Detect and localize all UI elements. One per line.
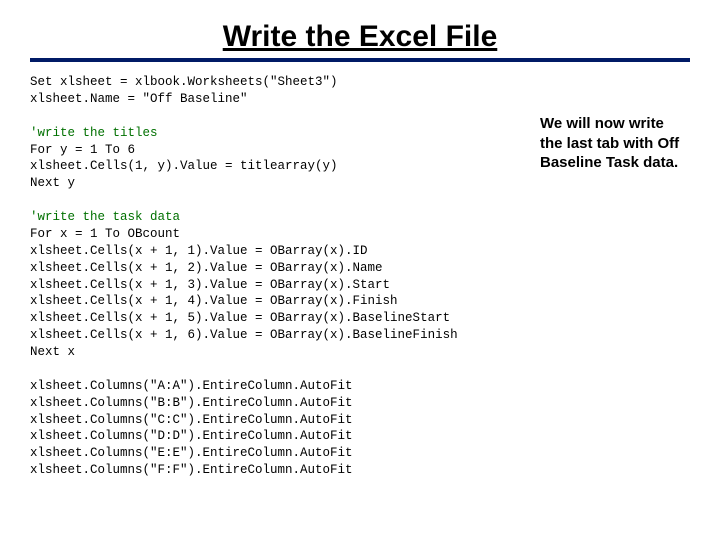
code-line: xlsheet.Cells(x + 1, 2).Value = OBarray(… [30,261,383,275]
code-line: xlsheet.Cells(x + 1, 1).Value = OBarray(… [30,244,368,258]
code-line: xlsheet.Columns("A:A").EntireColumn.Auto… [30,379,353,393]
code-comment: 'write the titles [30,126,158,140]
code-block: Set xlsheet = xlbook.Worksheets("Sheet3"… [30,74,520,479]
side-note: We will now write the last tab with Off … [540,114,690,479]
code-line: For y = 1 To 6 [30,143,135,157]
content-area: Set xlsheet = xlbook.Worksheets("Sheet3"… [30,74,690,479]
code-line: xlsheet.Cells(x + 1, 5).Value = OBarray(… [30,311,450,325]
slide-title: Write the Excel File [30,20,690,62]
code-line: xlsheet.Cells(x + 1, 4).Value = OBarray(… [30,294,398,308]
code-line: xlsheet.Columns("E:E").EntireColumn.Auto… [30,446,353,460]
code-line: xlsheet.Columns("B:B").EntireColumn.Auto… [30,396,353,410]
code-line: xlsheet.Columns("D:D").EntireColumn.Auto… [30,429,353,443]
code-line: Next x [30,345,75,359]
code-line: xlsheet.Cells(x + 1, 3).Value = OBarray(… [30,278,390,292]
code-line: Set xlsheet = xlbook.Worksheets("Sheet3"… [30,75,338,89]
code-line: xlsheet.Name = "Off Baseline" [30,92,248,106]
code-line: xlsheet.Columns("F:F").EntireColumn.Auto… [30,463,353,477]
code-line: xlsheet.Columns("C:C").EntireColumn.Auto… [30,413,353,427]
code-line: For x = 1 To OBcount [30,227,180,241]
code-line: Next y [30,176,75,190]
code-line: xlsheet.Cells(1, y).Value = titlearray(y… [30,159,338,173]
code-line: xlsheet.Cells(x + 1, 6).Value = OBarray(… [30,328,458,342]
code-comment: 'write the task data [30,210,180,224]
